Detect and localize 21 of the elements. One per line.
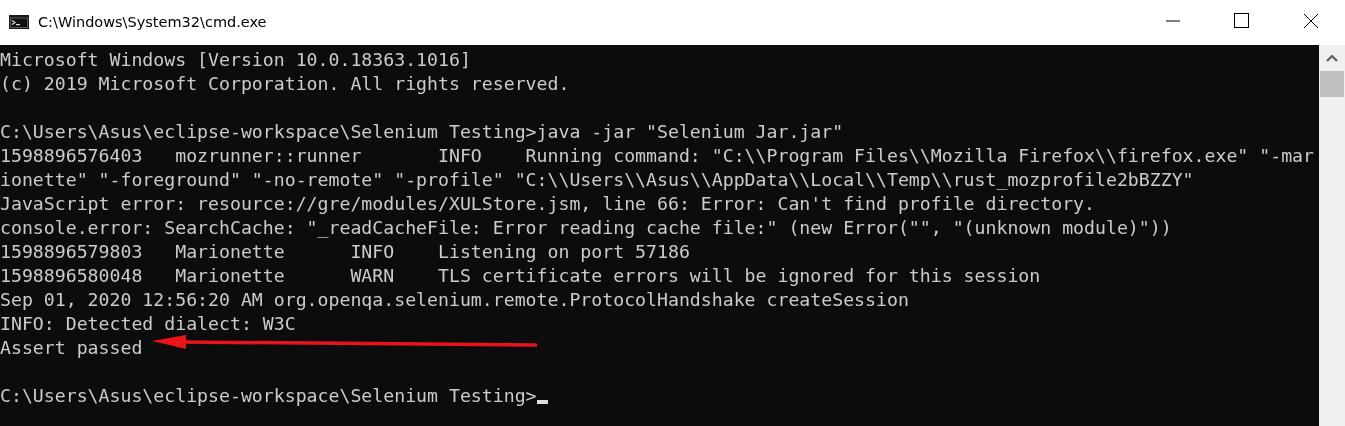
console-line: 1598896580048 Marionette WARN TLS certificate errors will be ignored for this session xyxy=(0,264,1041,288)
console-line: ionette" "-foreground" "-no-remote" "-profile" "C:\\Users\\Asus\\AppData\\Local\\Temp\\rust_mozprofile2bBZZY" xyxy=(0,168,1194,192)
console-line: 1598896579803 Marionette INFO Listening on port 57186 xyxy=(0,240,690,264)
console-line: INFO: Detected dialect: W3C xyxy=(0,312,296,336)
console-line: 1598896576403 mozrunner::runner INFO Running command: "C:\\Program Files\\Mozilla Firefox\\firefox.exe" "-mar xyxy=(0,144,1314,168)
console-line: Assert passed xyxy=(0,336,143,360)
chevron-up-icon xyxy=(1326,54,1338,62)
window-title: C:\Windows\System32\cmd.exe xyxy=(38,13,267,30)
console-line: (c) 2019 Microsoft Corporation. All rights reserved. xyxy=(0,72,570,96)
console-icon xyxy=(9,14,29,29)
minimize-icon xyxy=(1165,19,1180,22)
maximize-icon xyxy=(1234,13,1249,28)
close-icon xyxy=(1302,12,1319,29)
text-cursor xyxy=(536,400,548,404)
console-line: C:\Users\Asus\eclipse-workspace\Selenium Testing> xyxy=(0,384,537,408)
console-line: C:\Users\Asus\eclipse-workspace\Selenium Testing>java -jar "Selenium Jar.jar" xyxy=(0,120,844,144)
console-line: JavaScript error: resource://gre/modules/XULStore.jsm, line 66: Error: Can't find profile directory. xyxy=(0,192,1095,216)
console-line: Microsoft Windows [Version 10.0.18363.1016] xyxy=(0,48,471,72)
console-line: console.error: SearchCache: "_readCacheFile: Error reading cache file:" (new Error("", "(unknown module)")) xyxy=(0,216,1172,240)
console-line: Sep 01, 2020 12:56:20 AM org.openqa.selenium.remote.ProtocolHandshake createSession xyxy=(0,288,909,312)
scrollbar-thumb[interactable] xyxy=(1320,71,1344,97)
